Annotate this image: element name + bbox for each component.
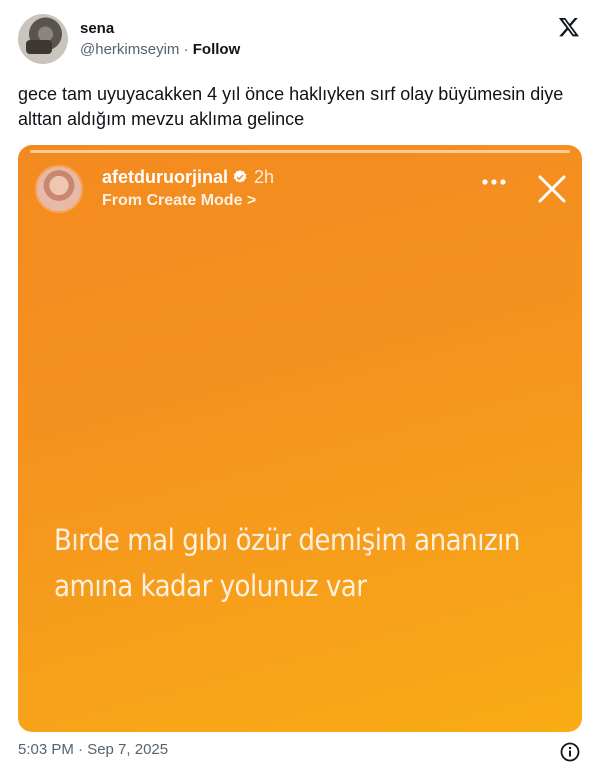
story-header: afetduruorjinal 2h (102, 167, 274, 188)
verified-badge-icon (233, 170, 247, 183)
follow-button[interactable]: Follow (193, 41, 241, 58)
story-avatar[interactable] (35, 165, 83, 213)
tweet-timestamp[interactable]: 5:03 PM · Sep 7, 2025 (18, 741, 168, 758)
avatar[interactable] (18, 14, 68, 64)
story-text-line-2: amına kadar yolunuz var (54, 569, 367, 603)
story-username[interactable]: afetduruorjinal (102, 167, 228, 187)
author-name[interactable]: sena (80, 20, 114, 37)
info-icon[interactable] (560, 742, 580, 762)
story-screenshot[interactable]: afetduruorjinal 2h From Create Mode > Bı… (18, 145, 582, 732)
more-dots-icon[interactable] (481, 177, 507, 187)
separator: · (183, 41, 189, 58)
tweet-header: sena @herkimseyim · Follow (18, 14, 584, 68)
close-icon[interactable] (536, 173, 568, 205)
x-logo-icon[interactable] (558, 16, 580, 38)
story-text-line-1: Bırde mal gıbı özür demişim ananızın (54, 523, 520, 557)
tweet-text: gece tam uyuyacakken 4 yıl önce haklıyke… (18, 84, 564, 129)
author-handle-line: @herkimseyim · Follow (80, 41, 240, 58)
story-text: Bırde mal gıbı özür demişim ananızın amı… (54, 517, 564, 609)
story-subtitle[interactable]: From Create Mode > (102, 192, 256, 210)
author-handle[interactable]: @herkimseyim (80, 41, 179, 58)
story-progress-bar (30, 150, 570, 153)
story-time: 2h (254, 167, 275, 187)
